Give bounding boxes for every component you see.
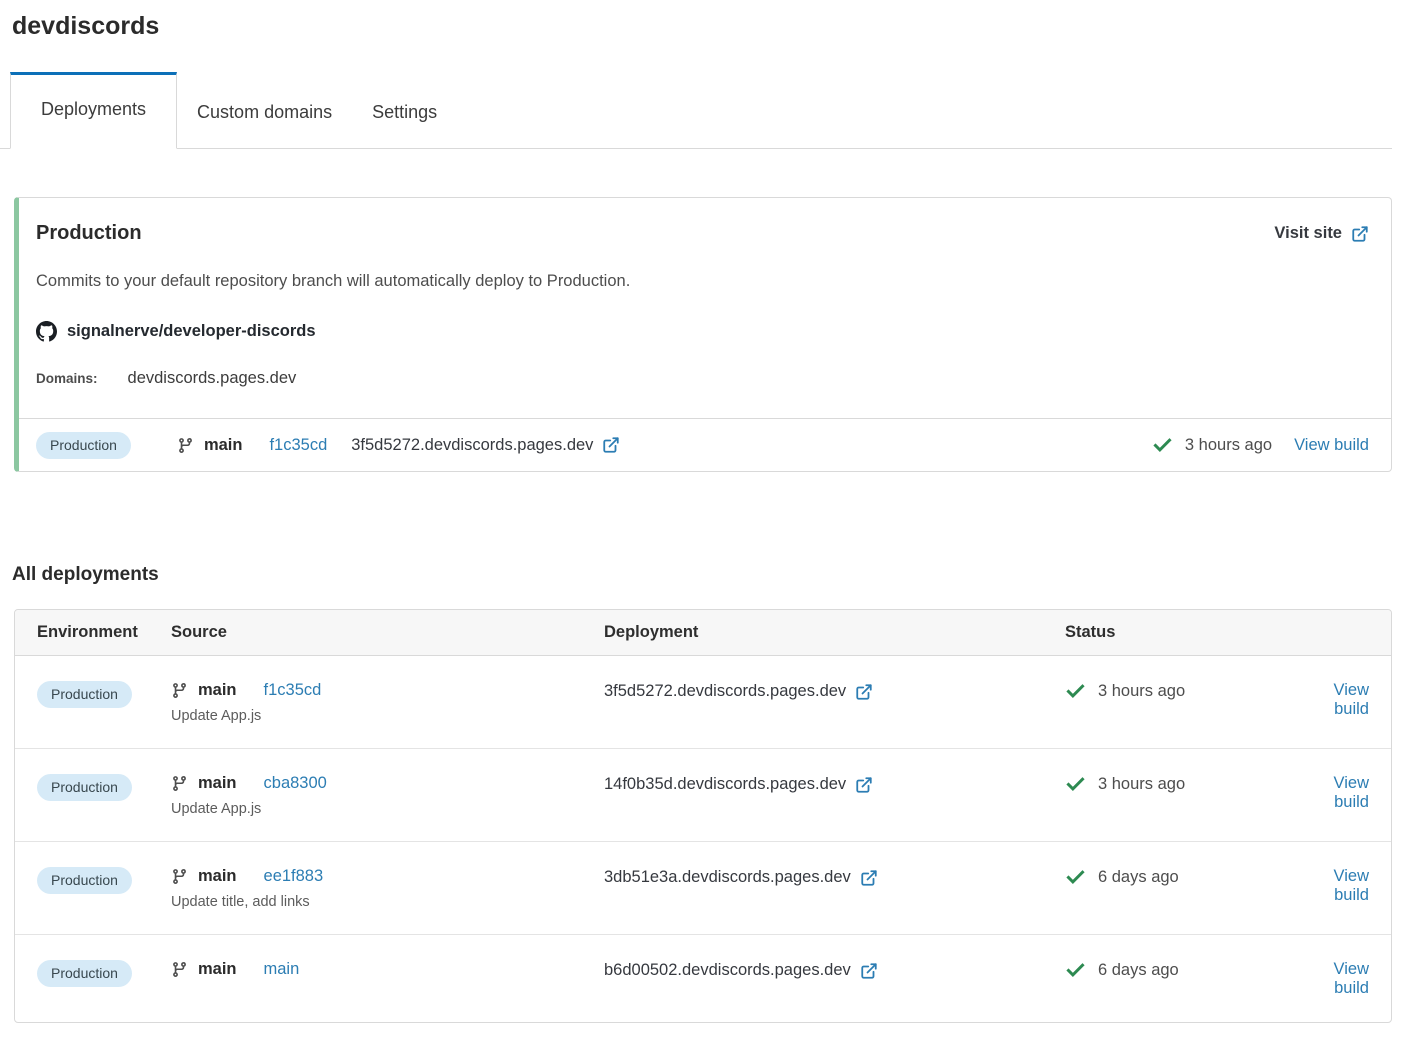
external-link-icon[interactable] <box>855 683 873 701</box>
production-description: Commits to your default repository branc… <box>36 272 1369 291</box>
table-header: Environment Source Deployment Status <box>15 610 1391 656</box>
visit-site-link[interactable]: Visit site <box>1274 224 1369 243</box>
repo-name: signalnerve/developer-discords <box>67 322 316 341</box>
branch-name: main <box>198 681 237 700</box>
col-environment: Environment <box>37 623 171 642</box>
repo-row: signalnerve/developer-discords <box>36 321 1369 342</box>
branch-name: main <box>204 436 243 455</box>
env-badge: Production <box>37 960 132 987</box>
production-title: Production <box>36 222 142 245</box>
domains-label: Domains: <box>36 371 98 386</box>
source-group: main f1c35cd <box>177 436 327 455</box>
view-build-link[interactable]: View build <box>1334 681 1369 718</box>
col-source: Source <box>171 623 604 642</box>
checkmark-icon <box>1065 774 1086 795</box>
git-branch-icon <box>171 775 188 792</box>
commit-message: Update App.js <box>171 801 604 817</box>
page-title: devdiscords <box>12 12 1413 41</box>
checkmark-icon <box>1152 435 1173 456</box>
external-link-icon[interactable] <box>860 962 878 980</box>
commit-message: Update title, add links <box>171 894 604 910</box>
table-row: Production main ee1f883 Update title, ad… <box>15 842 1391 935</box>
commit-link[interactable]: f1c35cd <box>264 681 322 700</box>
git-branch-icon <box>171 961 188 978</box>
visit-site-label: Visit site <box>1274 224 1342 243</box>
checkmark-icon <box>1065 681 1086 702</box>
table-row: Production main f1c35cd Update App.js 3f… <box>15 656 1391 749</box>
commit-link[interactable]: ee1f883 <box>264 867 324 886</box>
production-card-body: Production Visit site Commits to your de… <box>19 198 1391 418</box>
status-group: 3 hours ago <box>1152 435 1272 456</box>
table-row: Production main cba8300 Update App.js 14… <box>15 749 1391 842</box>
commit-link[interactable]: cba8300 <box>264 774 327 793</box>
deployment-url: 3f5d5272.devdiscords.pages.dev <box>351 436 593 455</box>
deployment-url-group: 3f5d5272.devdiscords.pages.dev <box>351 436 620 455</box>
git-branch-icon <box>171 868 188 885</box>
env-badge: Production <box>36 432 131 459</box>
env-badge: Production <box>37 867 132 894</box>
deployment-url: b6d00502.devdiscords.pages.dev <box>604 961 851 980</box>
domains-row: Domains: devdiscords.pages.dev <box>36 369 1369 388</box>
env-badge: Production <box>37 681 132 708</box>
deploy-time: 3 hours ago <box>1185 436 1272 455</box>
tab-deployments[interactable]: Deployments <box>10 72 177 149</box>
col-deployment: Deployment <box>604 623 1065 642</box>
deploy-time: 3 hours ago <box>1098 775 1185 794</box>
commit-link[interactable]: main <box>264 960 300 979</box>
git-branch-icon <box>177 437 194 454</box>
external-link-icon[interactable] <box>602 436 620 454</box>
commit-link[interactable]: f1c35cd <box>269 436 327 455</box>
view-build-link[interactable]: View build <box>1294 436 1369 455</box>
commit-message: Update App.js <box>171 708 604 724</box>
table-row: Production main main b6d00502.devdiscord… <box>15 935 1391 1022</box>
production-card: Production Visit site Commits to your de… <box>14 197 1392 472</box>
tab-settings[interactable]: Settings <box>352 72 457 148</box>
domains-value: devdiscords.pages.dev <box>128 369 297 388</box>
external-link-icon[interactable] <box>855 776 873 794</box>
deployments-table: Environment Source Deployment Status Pro… <box>14 609 1392 1023</box>
all-deployments-title: All deployments <box>12 564 1413 586</box>
tab-custom-domains[interactable]: Custom domains <box>177 72 352 148</box>
branch-name: main <box>198 960 237 979</box>
checkmark-icon <box>1065 960 1086 981</box>
view-build-link[interactable]: View build <box>1334 774 1369 811</box>
branch-name: main <box>198 774 237 793</box>
tab-bar: Deployments Custom domains Settings <box>0 72 1392 149</box>
deploy-time: 6 days ago <box>1098 868 1179 887</box>
checkmark-icon <box>1065 867 1086 888</box>
env-badge: Production <box>37 774 132 801</box>
production-deployment-row: Production main f1c35cd 3f5d5272.devdisc… <box>19 418 1391 471</box>
view-build-link[interactable]: View build <box>1334 867 1369 904</box>
deployment-url: 3db51e3a.devdiscords.pages.dev <box>604 868 851 887</box>
deployment-url: 3f5d5272.devdiscords.pages.dev <box>604 682 846 701</box>
col-status: Status <box>1065 623 1285 642</box>
github-icon <box>36 321 57 342</box>
deploy-time: 3 hours ago <box>1098 682 1185 701</box>
deployment-url: 14f0b35d.devdiscords.pages.dev <box>604 775 846 794</box>
git-branch-icon <box>171 682 188 699</box>
external-link-icon <box>1351 225 1369 243</box>
branch-name: main <box>198 867 237 886</box>
external-link-icon[interactable] <box>860 869 878 887</box>
deploy-time: 6 days ago <box>1098 961 1179 980</box>
view-build-link[interactable]: View build <box>1334 960 1369 997</box>
